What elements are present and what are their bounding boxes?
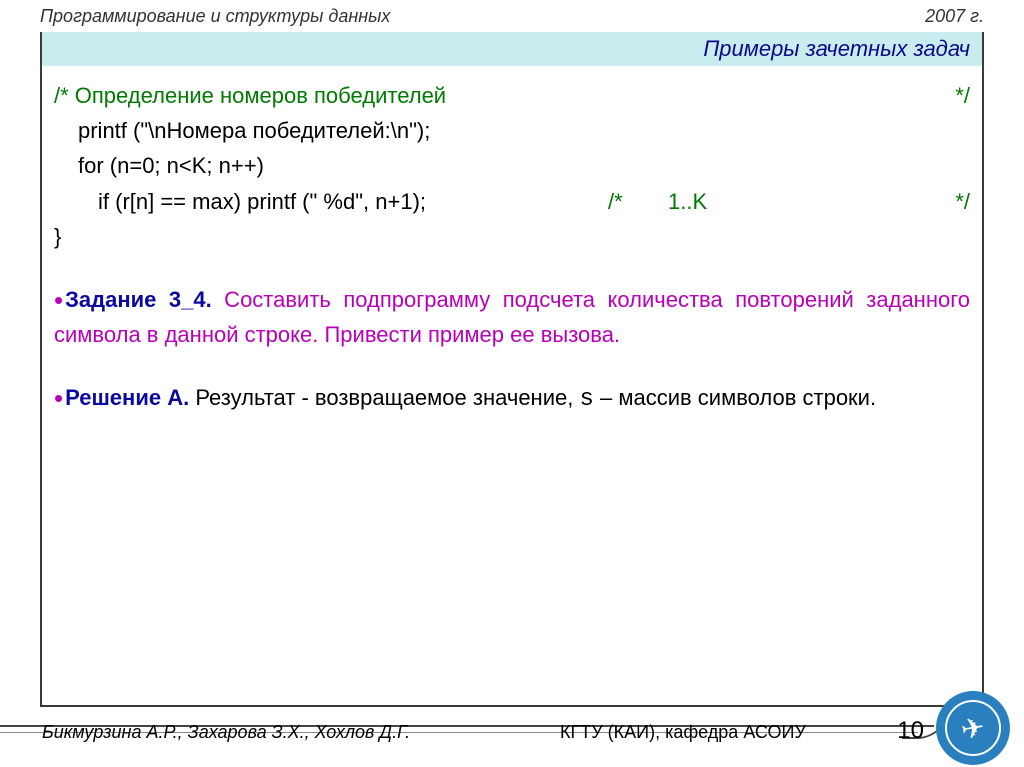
code-if-body: if (r[n] == max) printf (" %d", n+1); (98, 184, 608, 219)
footer-org: КГТУ (КАИ), кафедра АСОИУ (560, 722, 806, 743)
code-line-if: if (r[n] == max) printf (" %d", n+1); /*… (54, 184, 970, 219)
comment-close: */ (930, 184, 970, 219)
solution-var-s: s (579, 386, 593, 413)
comment-close: */ (955, 78, 970, 113)
bullet-icon: • (54, 285, 65, 315)
solution-label: Решение А. (65, 385, 189, 410)
comment-body: 1..K (668, 184, 930, 219)
logo-circle: ✈ (936, 691, 1010, 765)
comment-open: /* (608, 184, 668, 219)
solution-text-2: – массив символов строки. (594, 385, 876, 410)
header: Программирование и структуры данных 2007… (40, 6, 984, 27)
slide: Программирование и структуры данных 2007… (0, 0, 1024, 767)
page-number: 10 (897, 717, 924, 745)
code-line-printf: printf ("\nНомера победителей:\n"); (54, 113, 970, 148)
solution-block: •Решение А. Результат - возвращаемое зна… (54, 380, 970, 419)
code-line-brace: } (54, 219, 970, 254)
kai-logo: ✈ (936, 691, 1010, 765)
task-block: •Задание 3_4. Составить подпрограмму под… (54, 282, 970, 352)
bullet-icon: • (54, 383, 65, 413)
code-comment-winners: /* Определение номеров победителей */ (54, 78, 970, 113)
task-label: Задание 3_4. (65, 287, 212, 312)
slide-body: /* Определение номеров победителей */ pr… (54, 78, 970, 697)
airplane-icon: ✈ (959, 710, 988, 747)
solution-text-1: Результат - возвращаемое значение, (189, 385, 579, 410)
header-year: 2007 г. (925, 6, 984, 27)
footer-authors: Бикмурзина А.Р., Захарова З.Х., Хохлов Д… (42, 722, 410, 743)
header-course: Программирование и структуры данных (40, 6, 390, 27)
comment-open: /* Определение номеров победителей (54, 78, 446, 113)
logo-ring: ✈ (945, 700, 1001, 756)
code-line-for: for (n=0; n<K; n++) (54, 148, 970, 183)
